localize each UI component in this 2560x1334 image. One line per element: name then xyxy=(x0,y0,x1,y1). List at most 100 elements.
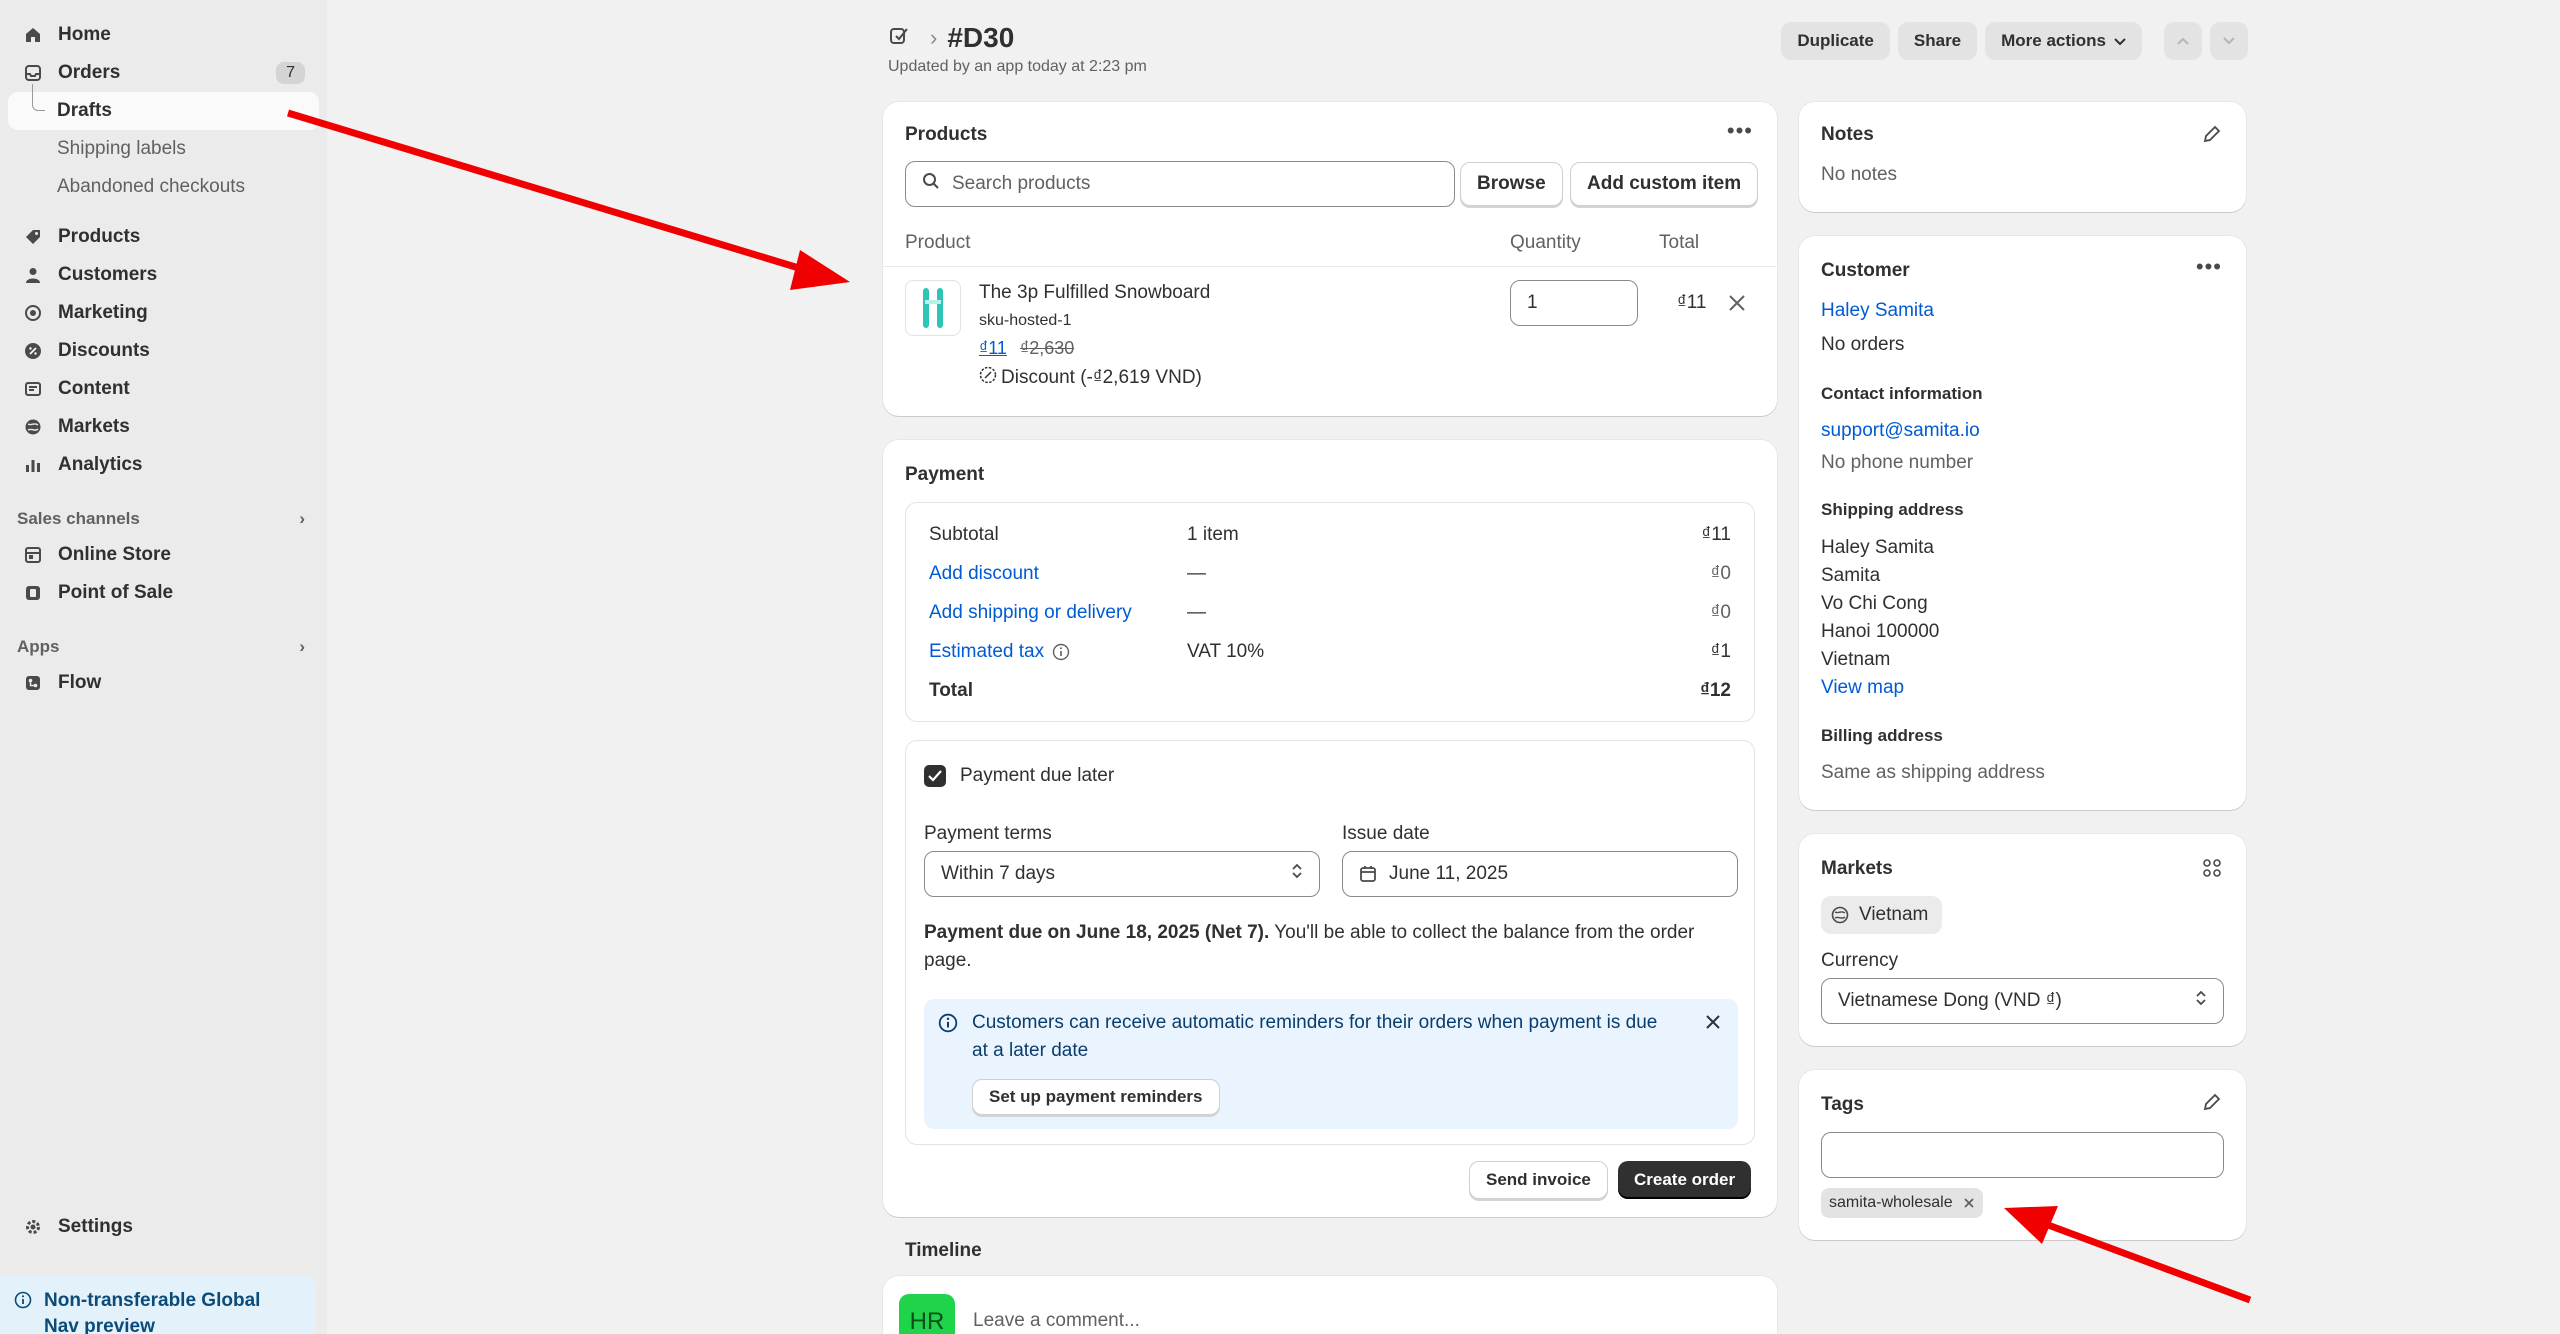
set-up-payment-reminders-button[interactable]: Set up payment reminders xyxy=(972,1079,1220,1115)
draft-order-icon[interactable] xyxy=(888,22,910,54)
sales-channels-header[interactable]: Sales channels › xyxy=(8,502,319,536)
add-discount-link[interactable]: Add discount xyxy=(929,563,1187,585)
payment-row-detail: — xyxy=(1187,562,1206,584)
markets-title: Markets xyxy=(1821,858,1893,879)
market-name: Vietnam xyxy=(1859,904,1929,925)
add-shipping-link[interactable]: Add shipping or delivery xyxy=(929,602,1187,624)
quantity-input[interactable]: 1 xyxy=(1510,280,1638,326)
billing-address-label: Billing address xyxy=(1821,726,1943,745)
comment-input[interactable]: Leave a comment... xyxy=(973,1310,1140,1332)
shipping-address-line: Haley Samita xyxy=(1821,537,1934,558)
sidebar-subitem-shipping-labels[interactable]: Shipping labels xyxy=(8,130,319,168)
shipping-address: Haley Samita Samita Vo Chi Cong Hanoi 10… xyxy=(1821,534,1939,702)
column-header-total: Total xyxy=(1659,232,1700,253)
product-name[interactable]: The 3p Fulfilled Snowboard xyxy=(979,282,1210,304)
create-order-button[interactable]: Create order xyxy=(1618,1161,1752,1199)
info-icon[interactable] xyxy=(1052,643,1070,661)
sidebar-item-label: Markets xyxy=(58,416,130,437)
more-actions-button[interactable]: More actions xyxy=(1985,22,2142,60)
payment-due-later-checkbox-row[interactable]: Payment due later xyxy=(924,765,1114,787)
close-icon[interactable] xyxy=(1704,1013,1722,1037)
apps-header[interactable]: Apps › xyxy=(8,630,319,664)
sidebar-item-customers[interactable]: Customers xyxy=(8,256,319,294)
divider xyxy=(883,266,1777,267)
nav-preview-banner[interactable]: Non-transferable Global Nav preview xyxy=(0,1276,316,1334)
more-actions-label: More actions xyxy=(2001,31,2106,50)
payment-due-date: Payment due on June 18, 2025 (Net 7). xyxy=(924,922,1270,943)
sidebar: Home Orders 7 Drafts Shipping labels Aba… xyxy=(0,0,327,1334)
edit-pencil-icon[interactable] xyxy=(2202,124,2222,150)
share-button[interactable]: Share xyxy=(1897,22,1978,60)
issue-date-input[interactable]: June 11, 2025 xyxy=(1342,851,1738,897)
payment-summary: Subtotal 1 item ₫11 Add discount — ₫0 Ad… xyxy=(905,502,1755,722)
estimated-tax-link[interactable]: Estimated tax xyxy=(929,641,1044,663)
orders-count-badge: 7 xyxy=(276,62,305,84)
payment-row-detail: 1 item xyxy=(1187,523,1239,545)
search-products-input[interactable]: Search products xyxy=(905,161,1455,207)
nav-preview-text: Non-transferable Global Nav preview xyxy=(44,1290,261,1334)
customer-name-link[interactable]: Haley Samita xyxy=(1821,300,1934,322)
sidebar-item-settings[interactable]: Settings xyxy=(8,1208,308,1246)
product-discount-label: Discount (-₫2,619 VND) xyxy=(1001,367,1202,388)
total-value: ₫12 xyxy=(1700,679,1731,701)
sidebar-item-label: Products xyxy=(58,226,141,247)
payment-row-subtotal: Subtotal 1 item ₫11 xyxy=(929,515,1731,554)
sidebar-item-online-store[interactable]: Online Store xyxy=(8,536,319,574)
checkbox-checked-icon[interactable] xyxy=(924,765,946,787)
payment-terms-select[interactable]: Within 7 days xyxy=(924,851,1320,897)
more-horizontal-icon[interactable]: ••• xyxy=(1727,118,1753,144)
sidebar-item-home[interactable]: Home xyxy=(8,16,319,54)
sidebar-item-products[interactable]: Products xyxy=(8,218,319,256)
currency-select[interactable]: Vietnamese Dong (VND ₫) xyxy=(1821,978,2224,1024)
remove-item-icon[interactable] xyxy=(1728,294,1746,318)
payment-reminders-text: Customers can receive automatic reminder… xyxy=(972,1012,1658,1061)
gear-icon xyxy=(22,1216,44,1238)
payment-row-tax: Estimated tax VAT 10% ₫1 xyxy=(929,632,1731,671)
tags-input[interactable] xyxy=(1821,1132,2224,1178)
sidebar-item-flow[interactable]: Flow xyxy=(8,664,319,702)
chevron-down-icon xyxy=(2223,37,2235,45)
avatar: HR xyxy=(899,1294,955,1334)
payment-due-later-label: Payment due later xyxy=(960,765,1115,786)
payment-due-text: Payment due on June 18, 2025 (Net 7). Yo… xyxy=(924,919,1734,975)
sidebar-item-label: Orders xyxy=(58,62,121,83)
product-price[interactable]: ₫11 xyxy=(979,338,1007,358)
updated-timestamp: Updated by an app today at 2:23 pm xyxy=(888,58,1147,75)
sidebar-item-label: Customers xyxy=(58,264,158,285)
next-order-button[interactable] xyxy=(2210,22,2248,60)
sidebar-subitem-drafts[interactable]: Drafts xyxy=(8,84,319,130)
annotation-arrow-products xyxy=(286,109,850,290)
payment-terms-value: Within 7 days xyxy=(941,863,1056,884)
payment-row-value: ₫0 xyxy=(1710,601,1731,623)
sidebar-item-marketing[interactable]: Marketing xyxy=(8,294,319,332)
customer-email-link[interactable]: support@samita.io xyxy=(1821,420,1980,442)
sidebar-item-analytics[interactable]: Analytics xyxy=(8,446,319,484)
discount-icon xyxy=(22,340,44,362)
payment-row-detail: — xyxy=(1187,601,1206,623)
shipping-address-line: Vietnam xyxy=(1821,649,1891,670)
send-invoice-button[interactable]: Send invoice xyxy=(1469,1161,1608,1199)
sidebar-item-label: Home xyxy=(58,24,111,45)
sidebar-item-content[interactable]: Content xyxy=(8,370,319,408)
payment-card: Payment Subtotal 1 item ₫11 Add discount… xyxy=(883,440,1777,1217)
sidebar-item-markets[interactable]: Markets xyxy=(8,408,319,446)
markets-settings-icon[interactable] xyxy=(2202,858,2222,884)
edit-pencil-icon[interactable] xyxy=(2202,1092,2222,1118)
sidebar-subitem-abandoned-checkouts[interactable]: Abandoned checkouts xyxy=(8,168,319,206)
browse-button[interactable]: Browse xyxy=(1460,162,1563,206)
payment-row-discount: Add discount — ₫0 xyxy=(929,554,1731,593)
view-map-link[interactable]: View map xyxy=(1821,674,1939,702)
remove-tag-icon[interactable] xyxy=(1963,1197,1975,1209)
issue-date-label: Issue date xyxy=(1342,823,1430,844)
previous-order-button[interactable] xyxy=(2164,22,2202,60)
market-badge: Vietnam xyxy=(1821,896,1943,934)
more-horizontal-icon[interactable]: ••• xyxy=(2196,254,2222,280)
add-custom-item-button[interactable]: Add custom item xyxy=(1570,162,1759,206)
sidebar-item-discounts[interactable]: Discounts xyxy=(8,332,319,370)
product-thumbnail[interactable] xyxy=(905,280,961,336)
sidebar-item-label: Settings xyxy=(58,1216,133,1237)
duplicate-button[interactable]: Duplicate xyxy=(1781,22,1890,60)
sidebar-item-point-of-sale[interactable]: Point of Sale xyxy=(8,574,319,612)
column-header-quantity: Quantity xyxy=(1510,232,1581,253)
sidebar-item-orders[interactable]: Orders 7 xyxy=(8,54,319,92)
